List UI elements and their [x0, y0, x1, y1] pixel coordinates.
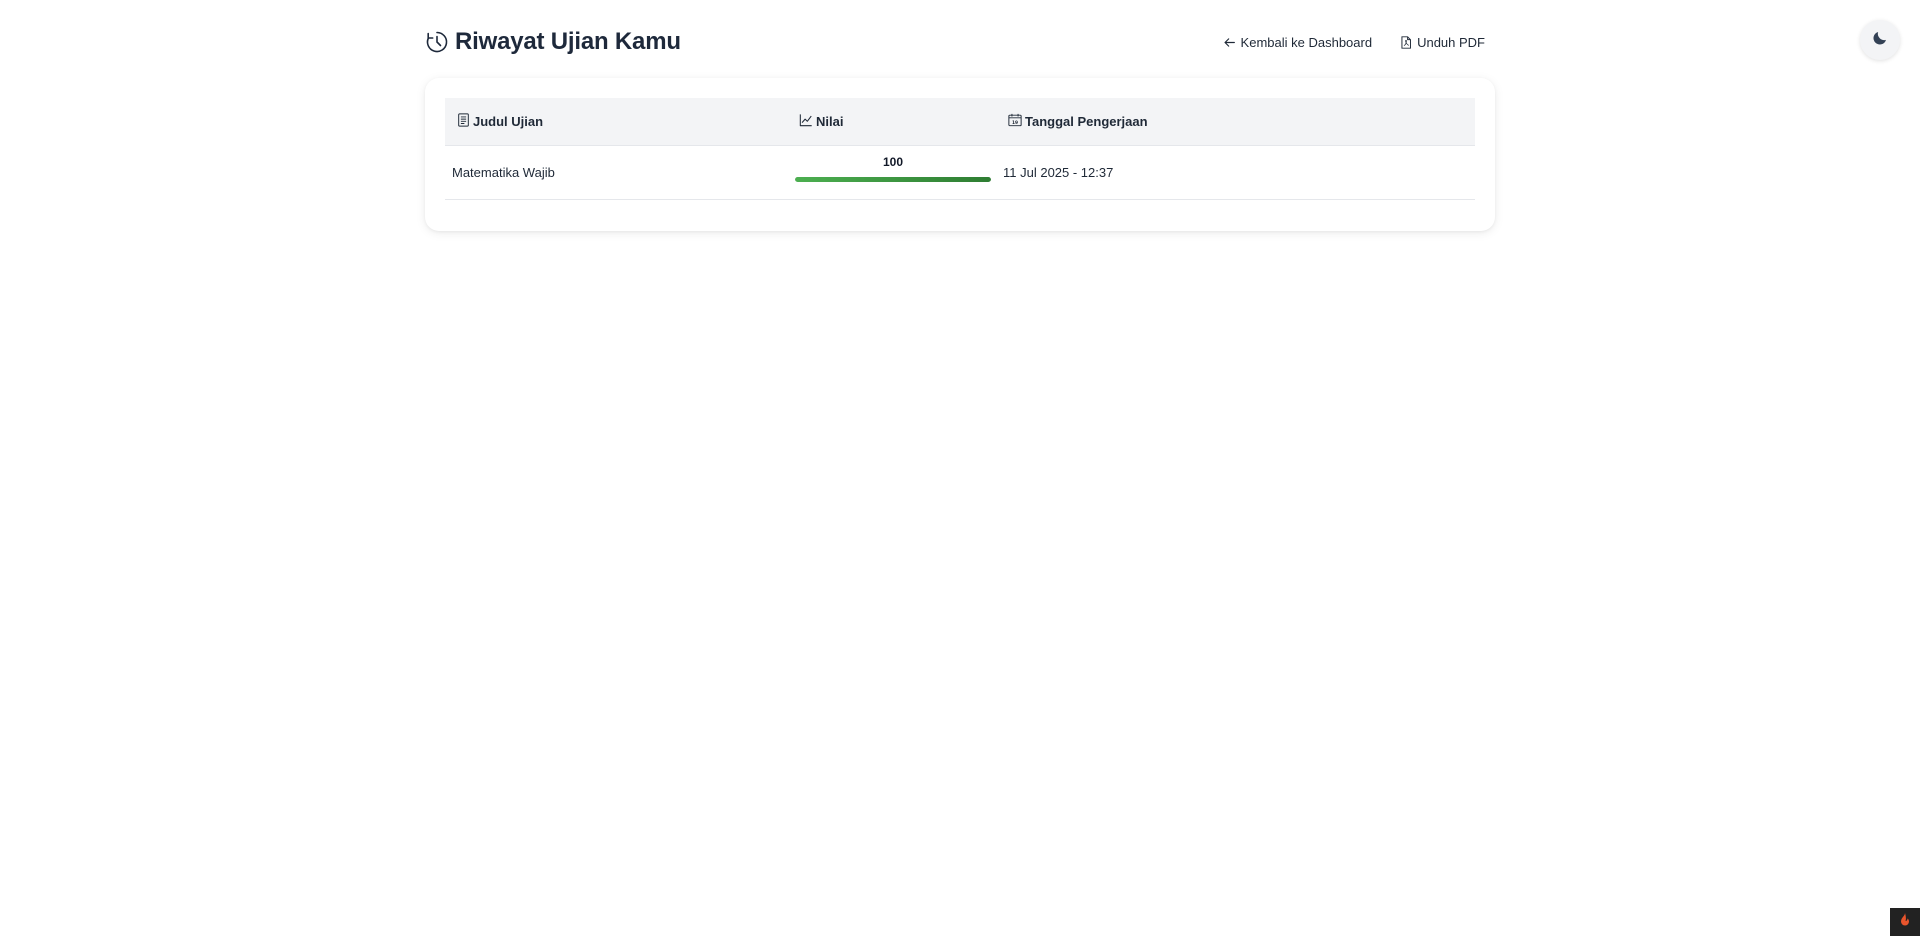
back-to-dashboard-label: Kembali ke Dashboard — [1240, 34, 1373, 50]
history-table: Judul Ujian Nilai 19 Tanggal Pengerjaan … — [445, 98, 1475, 200]
page-header: Riwayat Ujian Kamu Kembali ke Dashboard — [425, 0, 1495, 86]
file-pdf-icon — [1400, 35, 1412, 49]
exam-title-cell: Matematika Wajib — [452, 164, 555, 180]
calendar-icon: 19 — [1008, 113, 1022, 130]
title-group: Riwayat Ujian Kamu — [425, 28, 681, 56]
table-row: Matematika Wajib 100 11 Jul 2025 - 12:37 — [445, 145, 1475, 199]
flame-icon — [1898, 912, 1912, 933]
svg-text:19: 19 — [1012, 120, 1018, 126]
score-indicator: 100 — [795, 155, 991, 182]
table-header-row: Judul Ujian Nilai 19 Tanggal Pengerjaan — [445, 98, 1475, 146]
chart-line-icon — [799, 113, 813, 130]
page-container: Riwayat Ujian Kamu Kembali ke Dashboard — [425, 0, 1495, 231]
clock-icon — [425, 30, 449, 54]
arrow-left-icon — [1223, 36, 1236, 49]
score-value: 100 — [882, 154, 904, 169]
column-header-score: Nilai — [793, 98, 1002, 146]
document-icon — [457, 113, 470, 130]
back-to-dashboard-link[interactable]: Kembali ke Dashboard — [1223, 34, 1373, 50]
column-header-title: Judul Ujian — [445, 98, 793, 146]
moon-icon — [1871, 29, 1889, 52]
page-title: Riwayat Ujian Kamu — [455, 28, 681, 55]
score-bar-track — [795, 176, 991, 182]
column-header-score-label: Nilai — [816, 113, 844, 129]
score-cell: 100 — [793, 145, 1002, 199]
download-pdf-label: Unduh PDF — [1417, 34, 1485, 50]
column-header-date: 19 Tanggal Pengerjaan — [1002, 98, 1475, 146]
history-card: Judul Ujian Nilai 19 Tanggal Pengerjaan … — [425, 78, 1495, 231]
download-pdf-button[interactable]: Unduh PDF — [1400, 35, 1485, 50]
corner-badge[interactable] — [1890, 908, 1920, 936]
score-bar-fill — [795, 176, 991, 182]
date-cell: 11 Jul 2025 - 12:37 — [1002, 145, 1475, 199]
theme-toggle-button[interactable] — [1860, 20, 1900, 60]
header-actions: Kembali ke Dashboard Unduh PDF — [1223, 35, 1485, 50]
column-header-date-label: Tanggal Pengerjaan — [1025, 113, 1148, 129]
column-header-title-label: Judul Ujian — [473, 113, 544, 129]
date-value: 11 Jul 2025 - 12:37 — [1003, 164, 1114, 180]
